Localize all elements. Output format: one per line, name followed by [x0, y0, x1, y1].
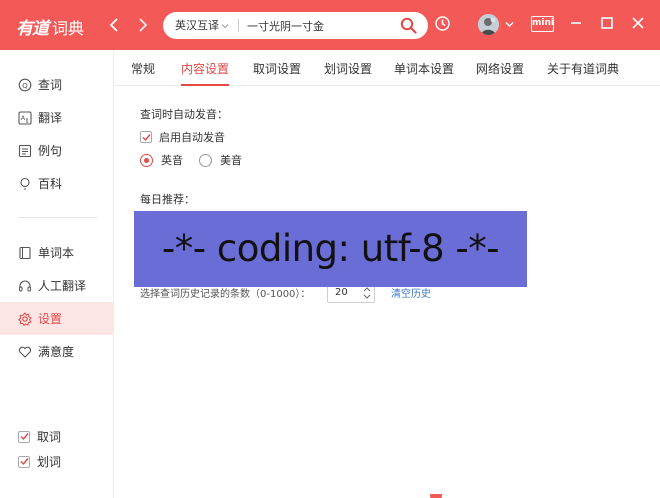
search-divider	[238, 19, 239, 32]
user-avatar-icon	[478, 14, 499, 35]
sidebar-item-label: 满意度	[38, 345, 75, 359]
tab-general[interactable]: 常规	[131, 50, 155, 86]
sidebar-item-label: 百科	[38, 177, 63, 191]
svg-text:A: A	[21, 114, 26, 122]
account-chevron-icon[interactable]	[505, 21, 514, 28]
bulb-icon	[18, 177, 32, 191]
chevron-right-icon	[139, 18, 148, 32]
history-icon[interactable]	[434, 15, 451, 32]
avatar[interactable]	[478, 14, 499, 35]
tab-capture-settings[interactable]: 取词设置	[253, 50, 301, 86]
sidebar-item-human-translation[interactable]: 人工翻译	[0, 269, 114, 302]
capture-word-toggle[interactable]: 取词	[18, 428, 61, 445]
radio-label: 美音	[220, 154, 242, 167]
tab-wordbook-settings[interactable]: 单词本设置	[394, 50, 454, 86]
sidebar-item-examples[interactable]: 例句	[0, 134, 114, 167]
checkbox[interactable]	[18, 455, 30, 468]
sidebar-item-label: 单词本	[38, 246, 75, 260]
minimize-icon[interactable]	[568, 15, 584, 31]
chevron-down-icon[interactable]	[221, 22, 229, 30]
close-icon[interactable]	[630, 15, 646, 31]
tab-content-settings[interactable]: 内容设置	[181, 50, 230, 86]
daily-recommendation-title: 每日推荐：	[140, 193, 195, 206]
checkbox-label: 划词	[37, 455, 62, 469]
auto-pronunciation-title: 查词时自动发音：	[140, 108, 228, 121]
search-box: 英汉互译	[163, 12, 428, 39]
select-word-toggle[interactable]: 划词	[18, 453, 61, 470]
sidebar-item-label: 例句	[38, 144, 63, 158]
mini-mode-button[interactable]: mini	[531, 16, 554, 32]
radio-button[interactable]	[140, 153, 153, 167]
gear-icon	[18, 311, 32, 326]
maximize-icon[interactable]	[599, 15, 615, 31]
checkbox[interactable]	[140, 131, 152, 143]
sidebar-item-translate[interactable]: A 翻译	[0, 101, 114, 134]
app-logo: 有道 词典	[16, 14, 85, 39]
example-sentence-icon	[18, 144, 32, 158]
stepper-arrows-icon[interactable]	[363, 285, 371, 301]
overlay-banner: -*- coding: utf-8 -*-	[134, 211, 527, 287]
sidebar-item-label: 翻译	[38, 111, 63, 125]
sidebar: Q 查词 A 翻译 例句 百科 单词本 人工翻译 设置 满意度 取词 划词	[0, 50, 114, 498]
sidebar-item-label: 查词	[38, 78, 63, 92]
sidebar-item-lookup[interactable]: Q 查词	[0, 68, 114, 101]
checkmark-icon	[20, 433, 29, 441]
bottom-edge-mark	[430, 494, 442, 498]
accent-us-option[interactable]: 美音	[199, 152, 242, 168]
logo-brand: 有道	[16, 19, 49, 39]
sidebar-item-label: 人工翻译	[38, 279, 87, 293]
back-button[interactable]	[105, 14, 123, 36]
translate-icon: A	[18, 110, 32, 125]
search-input[interactable]	[247, 16, 387, 35]
tab-about[interactable]: 关于有道词典	[547, 50, 619, 86]
checkbox-label: 启用自动发音	[159, 131, 225, 144]
tab-select-settings[interactable]: 划词设置	[324, 50, 372, 86]
logo-title: 词典	[52, 19, 85, 38]
search-icon[interactable]	[400, 17, 417, 34]
radio-button[interactable]	[199, 153, 212, 167]
title-bar: 有道 词典 英汉互译 mini	[0, 0, 660, 50]
checkmark-icon	[142, 133, 151, 141]
clear-history-link[interactable]: 清空历史	[391, 285, 431, 300]
history-count-value: 20	[335, 287, 348, 298]
search-text-icon: Q	[18, 78, 32, 92]
checkmark-icon	[20, 458, 29, 466]
svg-text:Q: Q	[22, 82, 28, 90]
sidebar-item-encyclopedia[interactable]: 百科	[0, 167, 114, 200]
chevron-left-icon	[109, 18, 118, 32]
heart-icon	[18, 345, 32, 359]
lang-select[interactable]: 英汉互译	[175, 12, 219, 39]
sidebar-item-satisfaction[interactable]: 满意度	[0, 335, 114, 368]
sidebar-item-wordbook[interactable]: 单词本	[0, 236, 114, 269]
forward-button[interactable]	[134, 14, 152, 36]
sidebar-divider	[18, 217, 97, 218]
radio-label: 英音	[161, 154, 183, 167]
tab-network-settings[interactable]: 网络设置	[476, 50, 524, 86]
checkbox[interactable]	[18, 430, 30, 443]
settings-tabs: 常规 内容设置 取词设置 划词设置 单词本设置 网络设置 关于有道词典	[115, 50, 660, 86]
sidebar-item-label: 设置	[38, 312, 63, 326]
sidebar-item-settings[interactable]: 设置	[0, 302, 114, 335]
headset-icon	[18, 279, 32, 293]
enable-auto-pronunciation[interactable]: 启用自动发音	[140, 129, 225, 145]
checkbox-label: 取词	[37, 430, 62, 444]
accent-uk-option[interactable]: 英音	[140, 152, 183, 168]
wordbook-icon	[18, 246, 32, 260]
history-count-label: 选择查词历史记录的条数（0-1000）：	[140, 289, 311, 300]
